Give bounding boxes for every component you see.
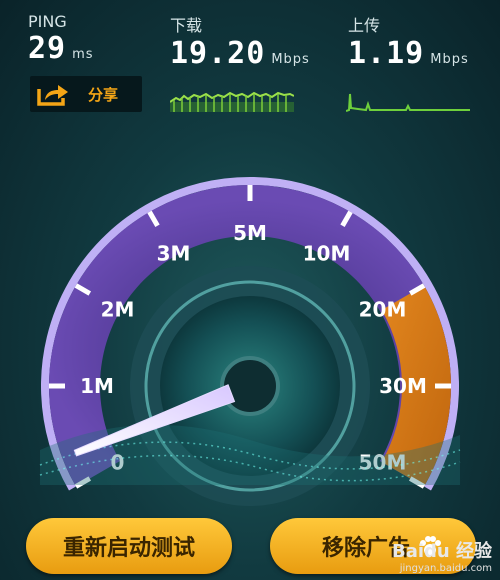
watermark-url: jingyan.baidu.com: [399, 563, 492, 574]
download-stat: 下载 19.20 Mbps: [170, 12, 310, 71]
speed-gauge: 01M2M3M5M10M20M30M50M: [39, 177, 461, 506]
download-unit: Mbps: [271, 52, 310, 67]
watermark-text: Baidu 经验: [391, 541, 492, 562]
share-label: 分享: [88, 85, 119, 104]
gauge-label: 10M: [303, 241, 351, 265]
upload-value: 1.19: [348, 36, 425, 71]
download-value: 19.20: [170, 36, 266, 71]
ping-label: PING: [28, 12, 67, 31]
gauge-label: 3M: [157, 241, 191, 265]
upload-unit: Mbps: [430, 52, 469, 67]
download-label: 下载: [170, 16, 203, 35]
baidu-watermark: Baidu 经验 jingyan.baidu.com: [392, 537, 492, 574]
ping-value: 29: [28, 31, 67, 66]
gauge-label: 5M: [233, 221, 267, 245]
upload-label: 上传: [348, 16, 381, 35]
gauge-label: 2M: [101, 298, 135, 322]
share-icon: [37, 85, 68, 106]
upload-graph: [346, 93, 470, 112]
gauge-label: 20M: [359, 298, 407, 322]
gauge-center-cap: [220, 356, 280, 416]
upload-stat: 上传 1.19 Mbps: [348, 12, 469, 71]
restart-test-button[interactable]: 重新启动测试: [26, 518, 232, 574]
ping-unit: ms: [72, 47, 94, 62]
gauge-label: 30M: [379, 374, 427, 398]
share-button[interactable]: 分享: [30, 76, 142, 112]
gauge-label: 1M: [80, 374, 114, 398]
ping-stat: PING 29 ms: [28, 12, 94, 66]
download-graph: [170, 91, 294, 112]
